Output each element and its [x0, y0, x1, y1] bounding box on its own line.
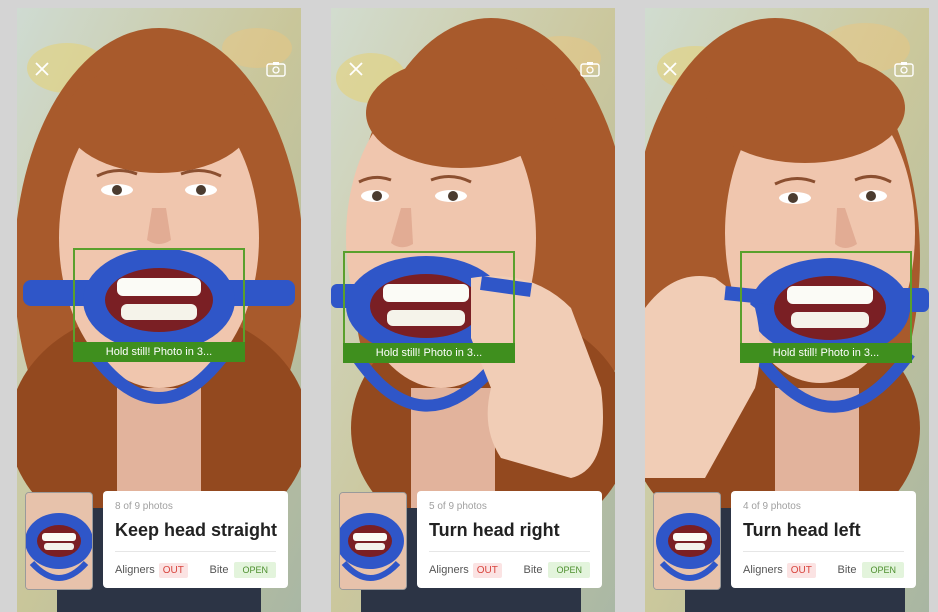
bite-status-badge: OPEN: [234, 562, 276, 578]
aligners-label: Aligners: [115, 564, 155, 576]
camera-screen-2: Hold still! Photo in 3... 5 of 9 photos …: [331, 8, 615, 612]
instruction-card: 4 of 9 photos Turn head left Aligners OU…: [731, 491, 916, 588]
aligners-status-badge: OUT: [472, 562, 502, 578]
status-row: Aligners OUT Bite OPEN: [429, 561, 590, 579]
aligners-status-badge: OUT: [158, 562, 188, 578]
photo-thumbnail[interactable]: [25, 492, 93, 590]
photo-thumbnail[interactable]: [339, 492, 407, 590]
countdown-banner: Hold still! Photo in 3...: [73, 342, 245, 362]
instruction-title: Keep head straight: [115, 520, 278, 540]
camera-screen-3: Hold still! Photo in 3... 4 of 9 photos …: [645, 8, 929, 612]
camera-switch-icon[interactable]: [577, 56, 603, 82]
instruction-card: 5 of 9 photos Turn head right Aligners O…: [417, 491, 602, 588]
aligners-status-badge: OUT: [786, 562, 816, 578]
bite-status-badge: OPEN: [548, 562, 590, 578]
divider: [429, 551, 590, 552]
close-icon[interactable]: [343, 56, 369, 82]
photo-thumbnail[interactable]: [653, 492, 721, 590]
bite-label: Bite: [209, 564, 229, 576]
photo-count: 8 of 9 photos: [115, 501, 173, 512]
photo-count: 4 of 9 photos: [743, 501, 801, 512]
instruction-card: 8 of 9 photos Keep head straight Aligner…: [103, 491, 288, 588]
bite-label: Bite: [837, 564, 857, 576]
capture-frame: Hold still! Photo in 3...: [740, 251, 912, 363]
bite-label: Bite: [523, 564, 543, 576]
bite-status-badge: OPEN: [862, 562, 904, 578]
divider: [743, 551, 904, 552]
divider: [115, 551, 276, 552]
aligners-label: Aligners: [743, 564, 783, 576]
camera-switch-icon[interactable]: [263, 56, 289, 82]
close-icon[interactable]: [29, 56, 55, 82]
instruction-title: Turn head left: [743, 520, 861, 540]
status-row: Aligners OUT Bite OPEN: [115, 561, 276, 579]
capture-frame: Hold still! Photo in 3...: [343, 251, 515, 363]
close-icon[interactable]: [657, 56, 683, 82]
aligners-label: Aligners: [429, 564, 469, 576]
countdown-banner: Hold still! Photo in 3...: [343, 343, 515, 363]
photo-count: 5 of 9 photos: [429, 501, 487, 512]
camera-screen-1: Hold still! Photo in 3... 8 of 9 photos …: [17, 8, 301, 612]
capture-frame: Hold still! Photo in 3...: [73, 248, 245, 362]
countdown-banner: Hold still! Photo in 3...: [740, 343, 912, 363]
status-row: Aligners OUT Bite OPEN: [743, 561, 904, 579]
instruction-title: Turn head right: [429, 520, 560, 540]
camera-switch-icon[interactable]: [891, 56, 917, 82]
